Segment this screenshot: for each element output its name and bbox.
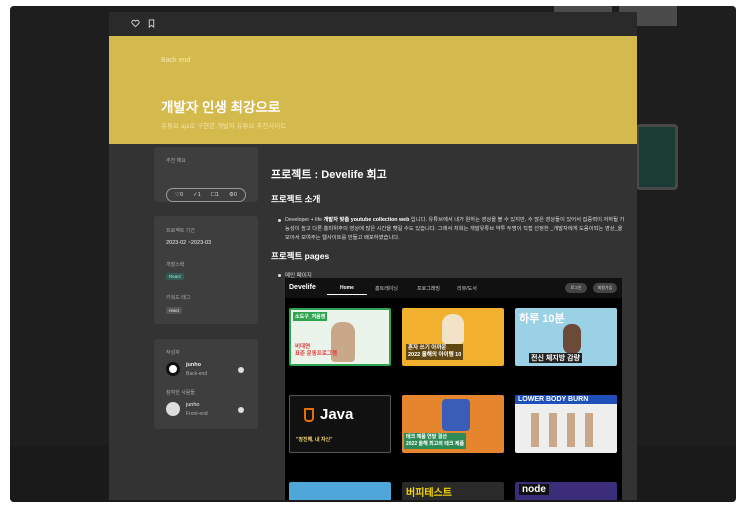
thumbnail-figure bbox=[442, 314, 464, 344]
content-heading: 프로젝트 : Develife 회고 bbox=[271, 169, 387, 181]
video-thumbnail: 테크 제품 연말 결산 2022 올해 최고의 테크 제품 bbox=[402, 395, 504, 453]
screenshot-logo: Develife bbox=[289, 284, 316, 291]
stack-chip: React bbox=[166, 273, 184, 280]
project-title: 개발자 인생 최강으로 bbox=[161, 100, 281, 115]
thumbnail-caption: 혼자 쓰기 아까운 2022 올해의 아이템 10 bbox=[406, 344, 464, 360]
video-thumbnail: 버피테스트 bbox=[402, 482, 504, 500]
screenshot-tab-programming: 프로그래밍 bbox=[417, 286, 441, 292]
list-bullet bbox=[278, 219, 281, 222]
main-page-screenshot: Develife Home 홈트레이닝 프로그래밍 리뷰/도서 로그인 회원가입… bbox=[285, 278, 622, 500]
reaction-stats: ♡0 ✓1 ☐1 ⚙0 bbox=[166, 188, 246, 202]
video-thumbnail: node bbox=[515, 482, 617, 500]
comment-stat[interactable]: ☐1 bbox=[211, 192, 219, 198]
video-thumbnail bbox=[289, 482, 391, 500]
like-stat[interactable]: ♡0 bbox=[175, 192, 183, 198]
thumbnail-top: node bbox=[519, 484, 549, 495]
thumbnail-caption: 비대면 표준 운동프로그램 bbox=[295, 344, 338, 357]
intro-heading: 프로젝트 소개 bbox=[271, 194, 321, 204]
java-cup-icon bbox=[304, 408, 314, 422]
people-card: 작성자 junho Back-end 참여한 사람들 junho Front-e… bbox=[154, 339, 258, 429]
settings-stat[interactable]: ⚙0 bbox=[229, 192, 237, 198]
list-bullet bbox=[278, 274, 281, 277]
thumbnail-top: Java bbox=[320, 406, 354, 423]
thumbnail-top: 하루 10분 bbox=[519, 313, 565, 325]
video-thumbnail: 하루 10분 전신 체지방 감량 bbox=[515, 308, 617, 366]
keyword-label: 키워드 태그 bbox=[166, 295, 191, 301]
screenshot-navbar: Develife Home 홈트레이닝 프로그래밍 리뷰/도서 로그인 회원가입 bbox=[285, 278, 622, 298]
project-info-card: 프로젝트 기간 2023-02 ~2023-03 개발스택 React 키워드 … bbox=[154, 216, 258, 324]
stack-label: 개발스택 bbox=[166, 262, 185, 268]
pages-heading: 프로젝트 pages bbox=[271, 251, 330, 261]
github-icon[interactable] bbox=[238, 367, 244, 373]
project-modal: Back end 개발자 인생 최강으로 유튜브 api로 구현한 개발자 유튜… bbox=[109, 12, 637, 500]
recommend-label: 추천 해요 bbox=[166, 158, 186, 164]
author-avatar bbox=[166, 362, 180, 376]
screenshot-tab-hometraining: 홈트레이닝 bbox=[375, 286, 399, 292]
period-label: 프로젝트 기간 bbox=[166, 228, 195, 234]
screenshot-tab-review: 리뷰/도서 bbox=[457, 286, 477, 292]
thumbnail-top: 버피테스트 bbox=[406, 488, 452, 499]
author-role: Back-end bbox=[186, 371, 208, 377]
screenshot-signup: 회원가입 bbox=[593, 283, 617, 293]
participant-avatar bbox=[166, 402, 180, 416]
github-icon[interactable] bbox=[238, 407, 244, 413]
thumbnail-caption: "정진해, 내 자신" bbox=[296, 437, 333, 443]
screenshot-tab-home: Home bbox=[340, 285, 354, 291]
author-label: 작성자 bbox=[166, 350, 180, 356]
check-stat[interactable]: ✓1 bbox=[193, 192, 201, 198]
project-subtitle: 유튜브 api로 구현한 개발자 유튜브 추천사이트 bbox=[161, 123, 287, 130]
participants-label: 참여한 사람들 bbox=[166, 390, 195, 396]
bookmark-icon[interactable] bbox=[147, 19, 156, 29]
video-thumbnail: LOWER BODY BURN bbox=[515, 395, 617, 453]
thumbnail-top: 소도구_처음엔 bbox=[293, 312, 328, 321]
project-hero: Back end 개발자 인생 최강으로 유튜브 api로 구현한 개발자 유튜… bbox=[109, 36, 637, 144]
active-tab-underline bbox=[327, 294, 367, 295]
author-name: junho bbox=[186, 362, 201, 368]
screenshot-login: 로그인 bbox=[565, 283, 587, 293]
participant-name: junho bbox=[186, 402, 200, 408]
thumbnail-top: LOWER BODY BURN bbox=[515, 395, 617, 404]
period-value: 2023-02 ~2023-03 bbox=[166, 240, 212, 246]
video-thumbnail: 소도구_처음엔 비대면 표준 운동프로그램 bbox=[289, 308, 391, 366]
intro-text: Developer + life 개발자 맞춤 youtube collecti… bbox=[285, 217, 625, 241]
keyword-chip: react bbox=[166, 307, 183, 314]
video-thumbnail: 혼자 쓰기 아까운 2022 올해의 아이템 10 bbox=[402, 308, 504, 366]
thumbnail-caption: 테크 제품 연말 결산 2022 올해 최고의 테크 제품 bbox=[404, 433, 467, 449]
heart-icon[interactable] bbox=[131, 19, 140, 28]
participant-role: Front-end bbox=[186, 411, 208, 417]
thumbnail-figure bbox=[442, 399, 470, 431]
thumbnail-figure bbox=[563, 324, 581, 354]
thumbnail-caption: 전신 체지방 감량 bbox=[529, 353, 582, 363]
category-link[interactable]: Back end bbox=[161, 57, 190, 64]
video-thumbnail: Java "정진해, 내 자신" bbox=[289, 395, 391, 453]
thumbnail-figures bbox=[531, 413, 601, 447]
modal-toolbar bbox=[109, 12, 637, 36]
